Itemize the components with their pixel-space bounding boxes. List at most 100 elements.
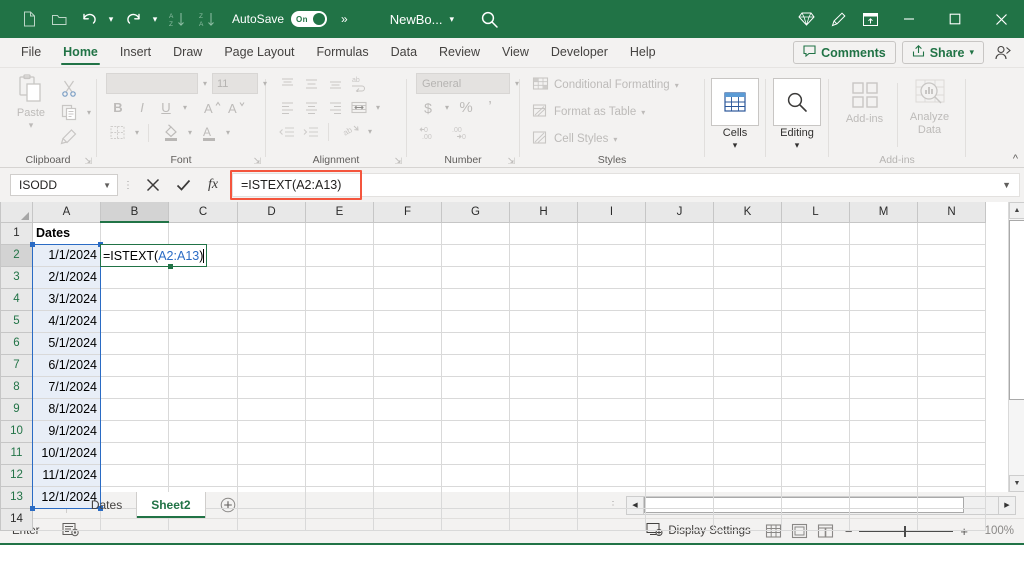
cell-i13[interactable] — [578, 486, 646, 508]
cell-c7[interactable] — [169, 354, 238, 376]
cell-m6[interactable] — [850, 332, 918, 354]
cell-m7[interactable] — [850, 354, 918, 376]
cell-g3[interactable] — [442, 266, 510, 288]
column-header-h[interactable]: H — [510, 202, 578, 222]
align-middle-button[interactable] — [299, 72, 323, 95]
cell-editor-b2[interactable]: =ISTEXT(A2:A13) — [100, 244, 207, 267]
tab-help[interactable]: Help — [619, 37, 667, 67]
cell-k3[interactable] — [714, 266, 782, 288]
document-name[interactable]: NewBo... ▾ — [390, 12, 454, 27]
cell-f13[interactable] — [374, 486, 442, 508]
cell-d8[interactable] — [238, 376, 306, 398]
cell-j12[interactable] — [646, 464, 714, 486]
cell-j5[interactable] — [646, 310, 714, 332]
cell-l7[interactable] — [782, 354, 850, 376]
editing-button[interactable]: Editing ▾ — [769, 78, 825, 151]
cell-m4[interactable] — [850, 288, 918, 310]
cell-l1[interactable] — [782, 222, 850, 244]
cell-k8[interactable] — [714, 376, 782, 398]
decrease-font-size-button[interactable]: A — [224, 96, 248, 119]
cell-m13[interactable] — [850, 486, 918, 508]
cell-j4[interactable] — [646, 288, 714, 310]
close-button[interactable] — [978, 0, 1024, 38]
cell-styles-button[interactable]: Cell Styles ▾ — [532, 127, 617, 151]
cell-a11[interactable]: 10/1/2024 — [33, 442, 101, 464]
cell-n10[interactable] — [918, 420, 986, 442]
tab-home[interactable]: Home — [52, 37, 109, 67]
cell-j10[interactable] — [646, 420, 714, 442]
cell-n5[interactable] — [918, 310, 986, 332]
cell-f11[interactable] — [374, 442, 442, 464]
column-header-a[interactable]: A — [33, 202, 101, 222]
cell-i1[interactable] — [578, 222, 646, 244]
cell-n7[interactable] — [918, 354, 986, 376]
cell-e4[interactable] — [306, 288, 374, 310]
cell-l8[interactable] — [782, 376, 850, 398]
column-header-f[interactable]: F — [374, 202, 442, 222]
merge-dropdown-icon[interactable]: ▾ — [371, 103, 385, 112]
cell-f12[interactable] — [374, 464, 442, 486]
underline-dropdown-icon[interactable]: ▾ — [178, 103, 192, 112]
format-as-table-button[interactable]: Format as Table ▾ — [532, 100, 645, 124]
cell-i9[interactable] — [578, 398, 646, 420]
cell-c8[interactable] — [169, 376, 238, 398]
cell-c10[interactable] — [169, 420, 238, 442]
cell-b12[interactable] — [101, 464, 169, 486]
cell-e2[interactable] — [306, 244, 374, 266]
cell-e8[interactable] — [306, 376, 374, 398]
cell-l11[interactable] — [782, 442, 850, 464]
borders-dropdown-icon[interactable]: ▾ — [130, 128, 144, 137]
expand-formula-bar-icon[interactable]: ▼ — [1002, 180, 1011, 190]
column-header-k[interactable]: K — [714, 202, 782, 222]
cell-k2[interactable] — [714, 244, 782, 266]
chevron-down-icon[interactable]: ▼ — [103, 181, 111, 190]
cell-l5[interactable] — [782, 310, 850, 332]
name-box[interactable]: ISODD ▼ — [10, 174, 118, 196]
align-bottom-button[interactable] — [323, 72, 347, 95]
select-all-corner[interactable] — [1, 202, 33, 222]
cell-h12[interactable] — [510, 464, 578, 486]
cell-f14[interactable] — [374, 508, 442, 530]
cell-k10[interactable] — [714, 420, 782, 442]
decrease-indent-button[interactable] — [275, 120, 299, 143]
column-header-b[interactable]: B — [101, 202, 169, 222]
cell-h3[interactable] — [510, 266, 578, 288]
cell-a6[interactable]: 5/1/2024 — [33, 332, 101, 354]
cell-c11[interactable] — [169, 442, 238, 464]
tab-file[interactable]: File — [10, 37, 52, 67]
minimize-button[interactable] — [886, 0, 932, 38]
cell-g14[interactable] — [442, 508, 510, 530]
cell-i5[interactable] — [578, 310, 646, 332]
cell-c4[interactable] — [169, 288, 238, 310]
cell-f7[interactable] — [374, 354, 442, 376]
cell-k7[interactable] — [714, 354, 782, 376]
cell-h2[interactable] — [510, 244, 578, 266]
cell-i11[interactable] — [578, 442, 646, 464]
cell-e7[interactable] — [306, 354, 374, 376]
row-header-11[interactable]: 11 — [1, 442, 33, 464]
cell-b11[interactable] — [101, 442, 169, 464]
cell-g5[interactable] — [442, 310, 510, 332]
cell-a9[interactable]: 8/1/2024 — [33, 398, 101, 420]
number-dialog-launcher-icon[interactable]: ⇲ — [507, 156, 515, 167]
cell-l12[interactable] — [782, 464, 850, 486]
column-header-j[interactable]: J — [646, 202, 714, 222]
column-header-c[interactable]: C — [169, 202, 238, 222]
cell-g4[interactable] — [442, 288, 510, 310]
cell-d11[interactable] — [238, 442, 306, 464]
cell-d4[interactable] — [238, 288, 306, 310]
column-header-l[interactable]: L — [782, 202, 850, 222]
cell-i14[interactable] — [578, 508, 646, 530]
underline-button[interactable]: U — [154, 96, 178, 119]
cell-m8[interactable] — [850, 376, 918, 398]
cell-m9[interactable] — [850, 398, 918, 420]
align-right-button[interactable] — [323, 96, 347, 119]
sheet-tab-dates[interactable]: Dates — [77, 492, 136, 518]
cell-d13[interactable] — [238, 486, 306, 508]
increase-decimal-button[interactable]: 0.00 — [416, 121, 446, 144]
cell-e12[interactable] — [306, 464, 374, 486]
cell-c6[interactable] — [169, 332, 238, 354]
cell-m10[interactable] — [850, 420, 918, 442]
cell-m5[interactable] — [850, 310, 918, 332]
column-header-e[interactable]: E — [306, 202, 374, 222]
